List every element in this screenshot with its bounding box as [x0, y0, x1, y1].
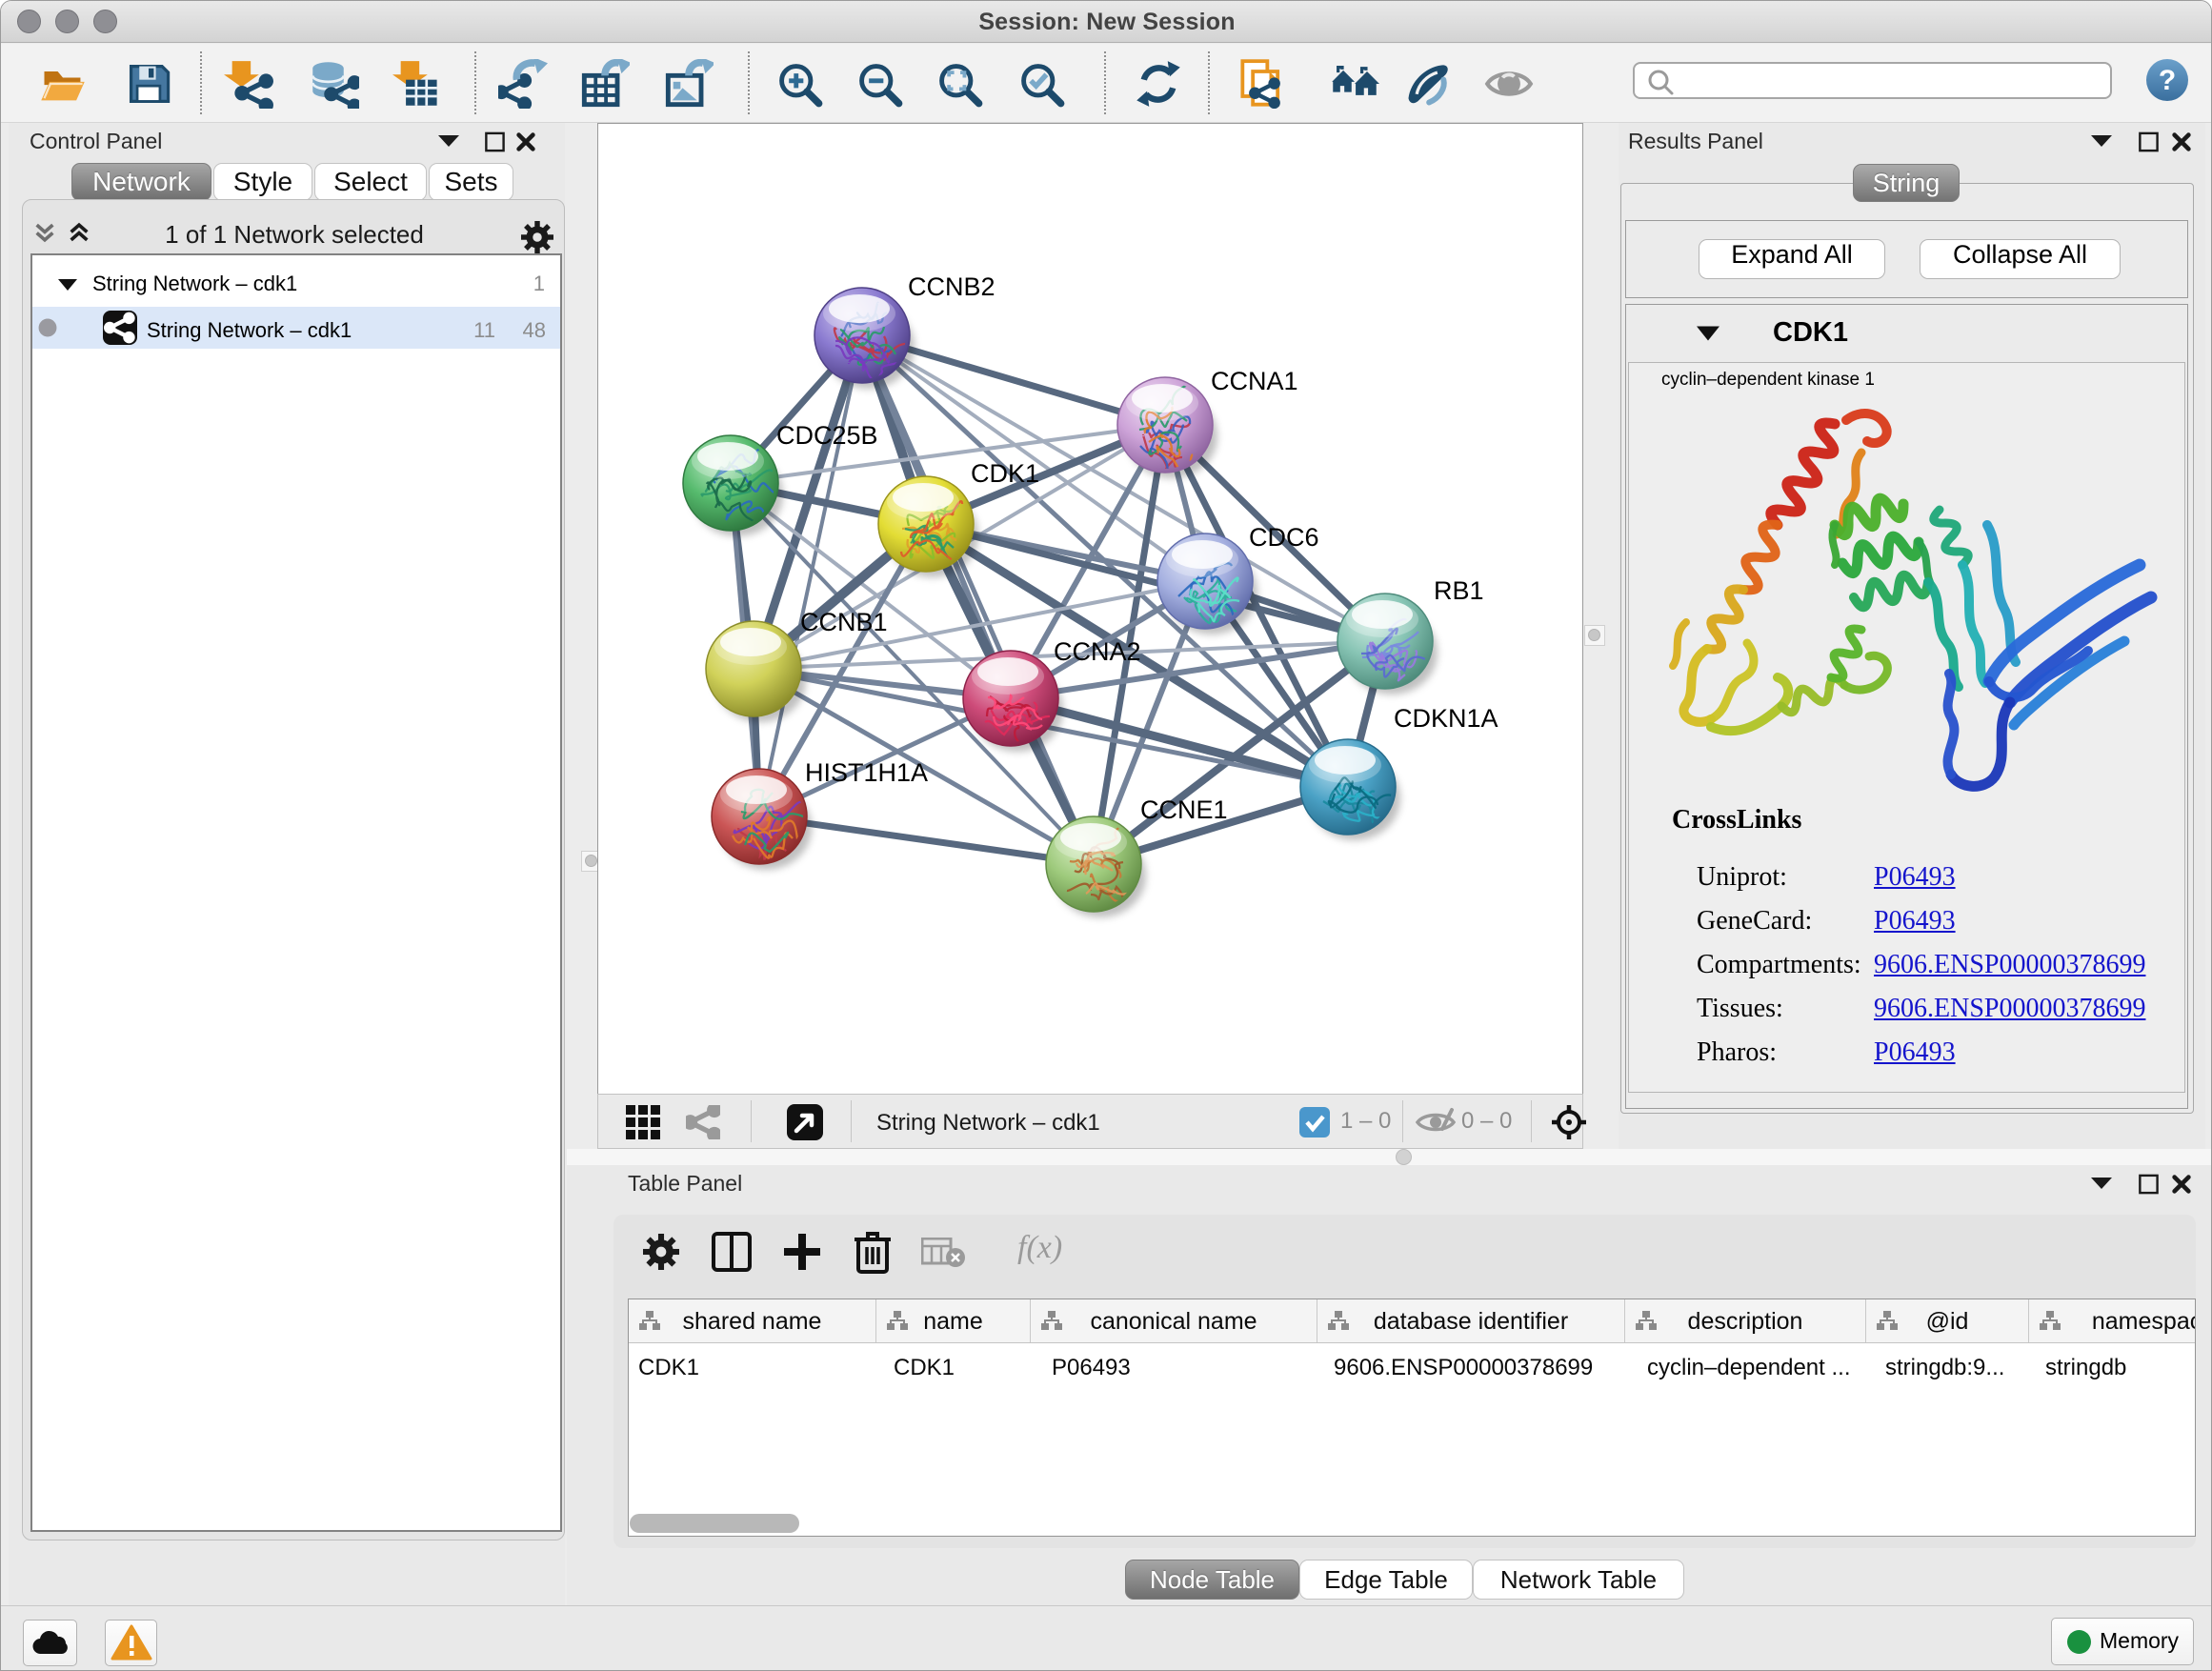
svg-text:CCNA2: CCNA2	[1054, 637, 1141, 666]
svg-text:HIST1H1A: HIST1H1A	[805, 758, 928, 787]
svg-text:?: ?	[2159, 65, 2176, 96]
svg-text:RB1: RB1	[1434, 576, 1484, 605]
svg-text:CDK1: CDK1	[971, 459, 1039, 488]
svg-text:CDKN1A: CDKN1A	[1394, 704, 1498, 733]
svg-text:CCNB1: CCNB1	[800, 608, 888, 636]
svg-text:CDC6: CDC6	[1249, 523, 1319, 552]
svg-text:CDC25B: CDC25B	[776, 421, 878, 450]
svg-text:CCNA1: CCNA1	[1211, 367, 1298, 395]
svg-text:CCNE1: CCNE1	[1140, 795, 1228, 824]
svg-text:CCNB2: CCNB2	[908, 272, 995, 301]
